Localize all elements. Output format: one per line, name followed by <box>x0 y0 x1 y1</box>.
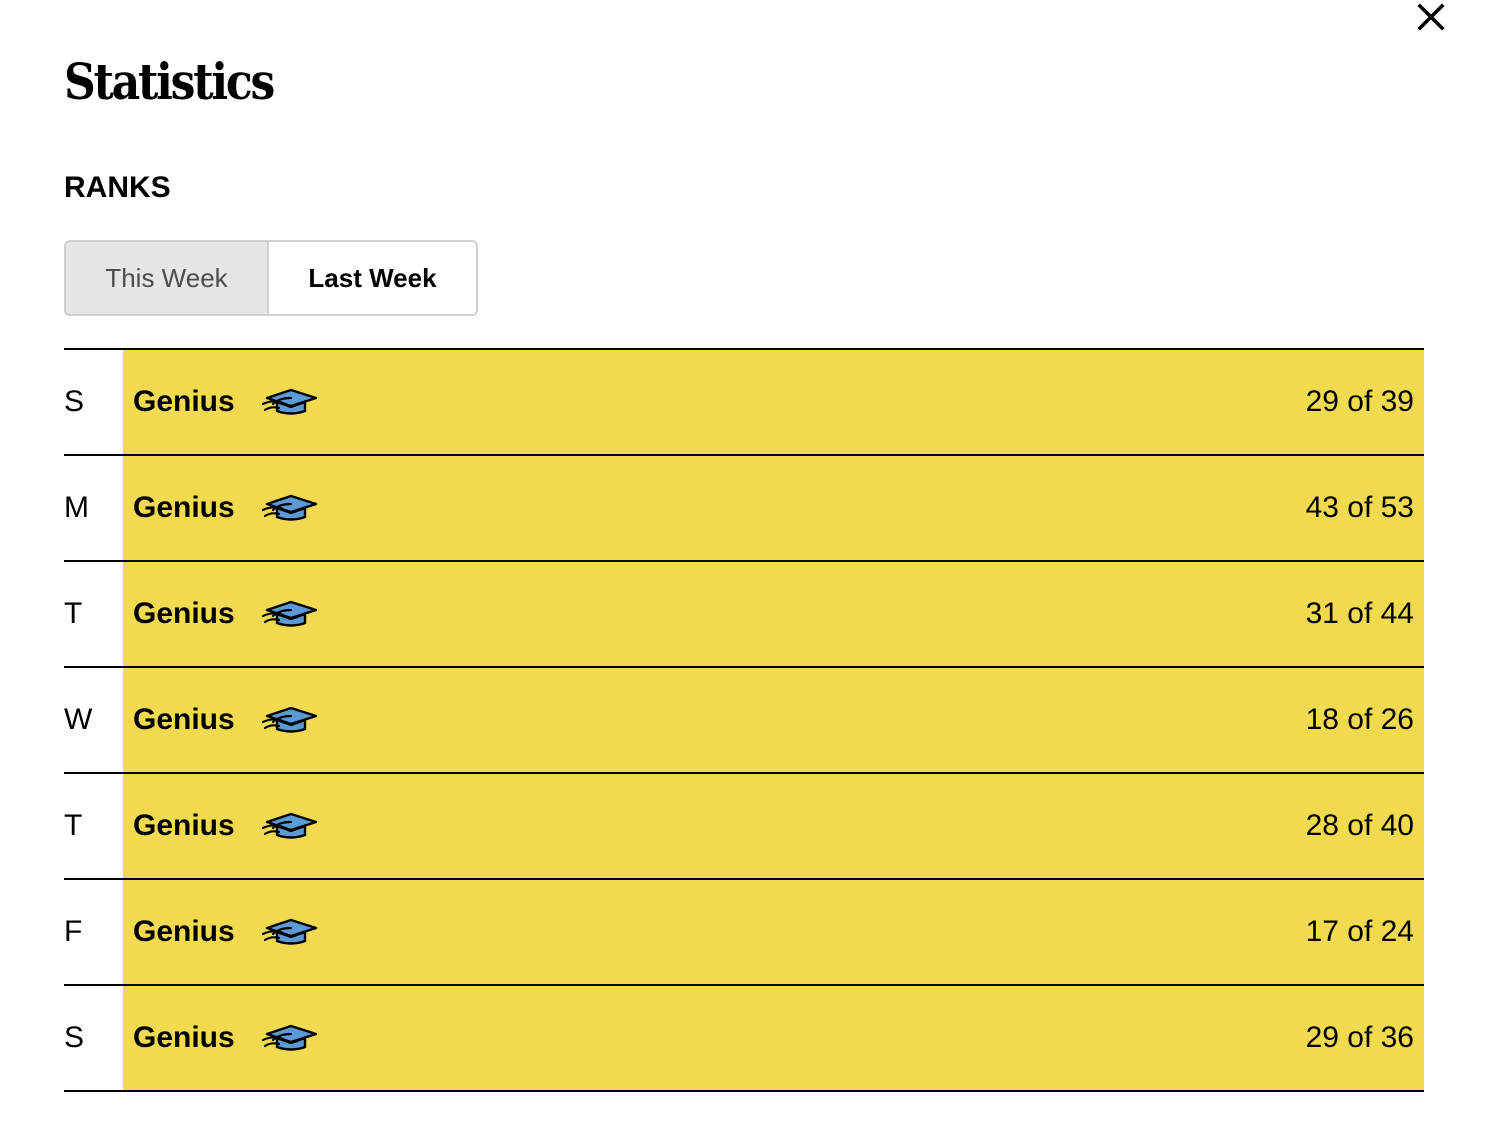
rank-row: S Genius 29 of 36 <box>64 986 1424 1092</box>
day-label: W <box>64 703 93 736</box>
ranks-list: S Genius 29 of 39 M Genius 43 of 53 T Ge… <box>64 348 1424 1092</box>
score-value: 29 of 39 <box>1305 385 1414 418</box>
day-label: F <box>64 915 83 948</box>
tab-last-week[interactable]: Last Week <box>269 242 476 314</box>
score-value: 31 of 44 <box>1305 597 1414 630</box>
rank-bar: Genius 18 of 26 <box>123 668 1424 772</box>
graduation-cap-icon <box>261 491 321 525</box>
rank-label: Genius <box>133 491 235 524</box>
rank-label: Genius <box>133 703 235 736</box>
graduation-cap-icon <box>261 597 321 631</box>
section-title-ranks: RANKS <box>64 171 171 204</box>
rank-row: S Genius 29 of 39 <box>64 350 1424 456</box>
graduation-cap-icon <box>261 703 321 737</box>
graduation-cap-icon <box>261 809 321 843</box>
rank-row: M Genius 43 of 53 <box>64 456 1424 562</box>
close-icon <box>1417 3 1445 31</box>
close-button[interactable] <box>1414 0 1448 34</box>
score-value: 17 of 24 <box>1305 915 1414 948</box>
tab-this-week[interactable]: This Week <box>66 242 269 314</box>
rank-bar: Genius 29 of 36 <box>123 986 1424 1090</box>
day-label: S <box>64 1021 85 1054</box>
rank-label: Genius <box>133 1021 235 1054</box>
rank-bar: Genius 43 of 53 <box>123 456 1424 560</box>
graduation-cap-icon <box>261 915 321 949</box>
rank-bar: Genius 28 of 40 <box>123 774 1424 878</box>
day-label: T <box>64 597 83 630</box>
day-label: S <box>64 385 85 418</box>
graduation-cap-icon <box>261 1021 321 1055</box>
rank-label: Genius <box>133 915 235 948</box>
day-label: M <box>64 491 89 524</box>
statistics-modal: Statistics RANKS This Week Last Week S G… <box>0 0 1488 1134</box>
page-title: Statistics <box>64 52 275 111</box>
rank-label: Genius <box>133 597 235 630</box>
score-value: 28 of 40 <box>1305 809 1414 842</box>
rank-row: W Genius 18 of 26 <box>64 668 1424 774</box>
day-label: T <box>64 809 83 842</box>
rank-row: T Genius 28 of 40 <box>64 774 1424 880</box>
rank-bar: Genius 29 of 39 <box>123 350 1424 454</box>
rank-row: T Genius 31 of 44 <box>64 562 1424 668</box>
score-value: 43 of 53 <box>1305 491 1414 524</box>
score-value: 29 of 36 <box>1305 1021 1414 1054</box>
rank-row: F Genius 17 of 24 <box>64 880 1424 986</box>
rank-label: Genius <box>133 809 235 842</box>
graduation-cap-icon <box>261 385 321 419</box>
rank-bar: Genius 31 of 44 <box>123 562 1424 666</box>
score-value: 18 of 26 <box>1305 703 1414 736</box>
week-toggle: This Week Last Week <box>64 240 478 316</box>
rank-label: Genius <box>133 385 235 418</box>
rank-bar: Genius 17 of 24 <box>123 880 1424 984</box>
